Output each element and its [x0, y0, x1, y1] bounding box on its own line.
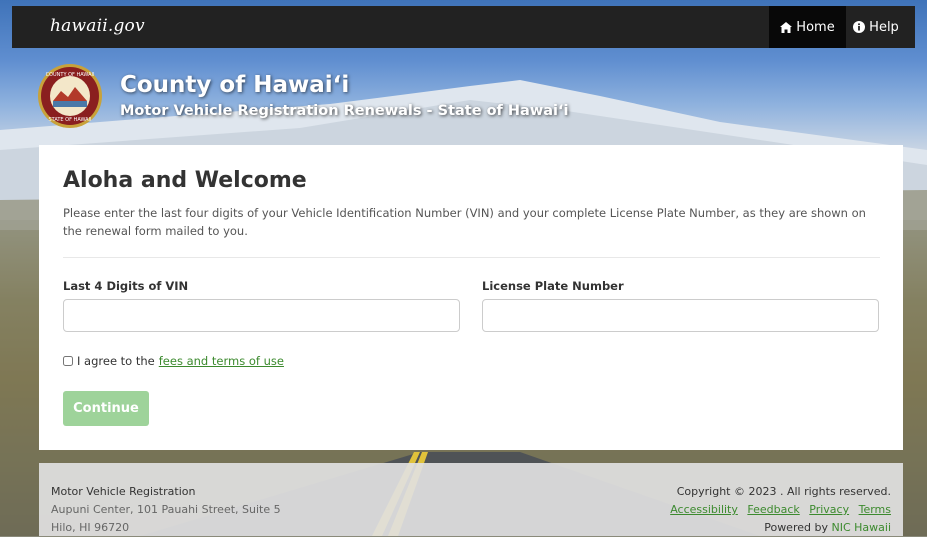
seal-bottom-text: STATE OF HAWAII — [48, 117, 91, 123]
nav-home-link[interactable]: Home — [769, 6, 846, 48]
county-seal-logo: COUNTY OF HAWAII STATE OF HAWAII — [38, 64, 102, 128]
continue-button[interactable]: Continue — [63, 391, 149, 426]
page-title: Aloha and Welcome — [63, 168, 307, 193]
nav-home-label: Home — [796, 19, 835, 35]
footer: Motor Vehicle Registration Aupuni Center… — [39, 463, 903, 536]
intro-text: Please enter the last four digits of you… — [63, 206, 866, 238]
agree-label: I agree to the — [77, 354, 155, 368]
nav-help-link[interactable]: Help — [846, 6, 906, 48]
plate-label: License Plate Number — [482, 279, 624, 293]
home-icon — [780, 21, 793, 33]
welcome-panel: Aloha and Welcome Please enter the last … — [39, 145, 903, 450]
feedback-link[interactable]: Feedback — [747, 503, 799, 516]
privacy-link[interactable]: Privacy — [809, 503, 849, 516]
footer-org: Motor Vehicle Registration — [51, 485, 196, 498]
footer-links: Accessibility Feedback Privacy Terms — [664, 501, 891, 519]
nav-help-label: Help — [869, 19, 899, 35]
footer-right: Copyright © 2023 . All rights reserved. … — [664, 483, 891, 537]
accessibility-link[interactable]: Accessibility — [670, 503, 738, 516]
copyright-text: Copyright © 2023 . All rights reserved. — [676, 485, 891, 498]
footer-address: Motor Vehicle Registration Aupuni Center… — [51, 483, 281, 537]
agree-row: I agree to the fees and terms of use — [63, 354, 284, 368]
terms-link[interactable]: fees and terms of use — [159, 354, 284, 368]
brand-link[interactable]: hawaii.gov — [50, 16, 145, 36]
terms-footer-link[interactable]: Terms — [859, 503, 891, 516]
powered-prefix: Powered by — [764, 521, 828, 534]
nic-hawaii-link[interactable]: NIC Hawaii — [831, 521, 891, 534]
info-icon — [853, 21, 866, 33]
plate-input[interactable] — [482, 299, 879, 332]
vin-input[interactable] — [63, 299, 460, 332]
footer-address-line1: Aupuni Center, 101 Pauahi Street, Suite … — [51, 503, 281, 516]
divider — [63, 257, 880, 258]
county-title: County of Hawaiʻi — [120, 72, 350, 98]
county-subtitle: Motor Vehicle Registration Renewals - St… — [120, 103, 569, 119]
agree-checkbox[interactable] — [63, 356, 73, 366]
powered-by: Powered by NIC Hawaii — [664, 519, 891, 537]
vin-label: Last 4 Digits of VIN — [63, 279, 189, 293]
seal-top-text: COUNTY OF HAWAII — [46, 72, 95, 78]
top-navbar: hawaii.gov Home Help — [12, 6, 915, 48]
footer-address-line2: Hilo, HI 96720 — [51, 521, 130, 534]
